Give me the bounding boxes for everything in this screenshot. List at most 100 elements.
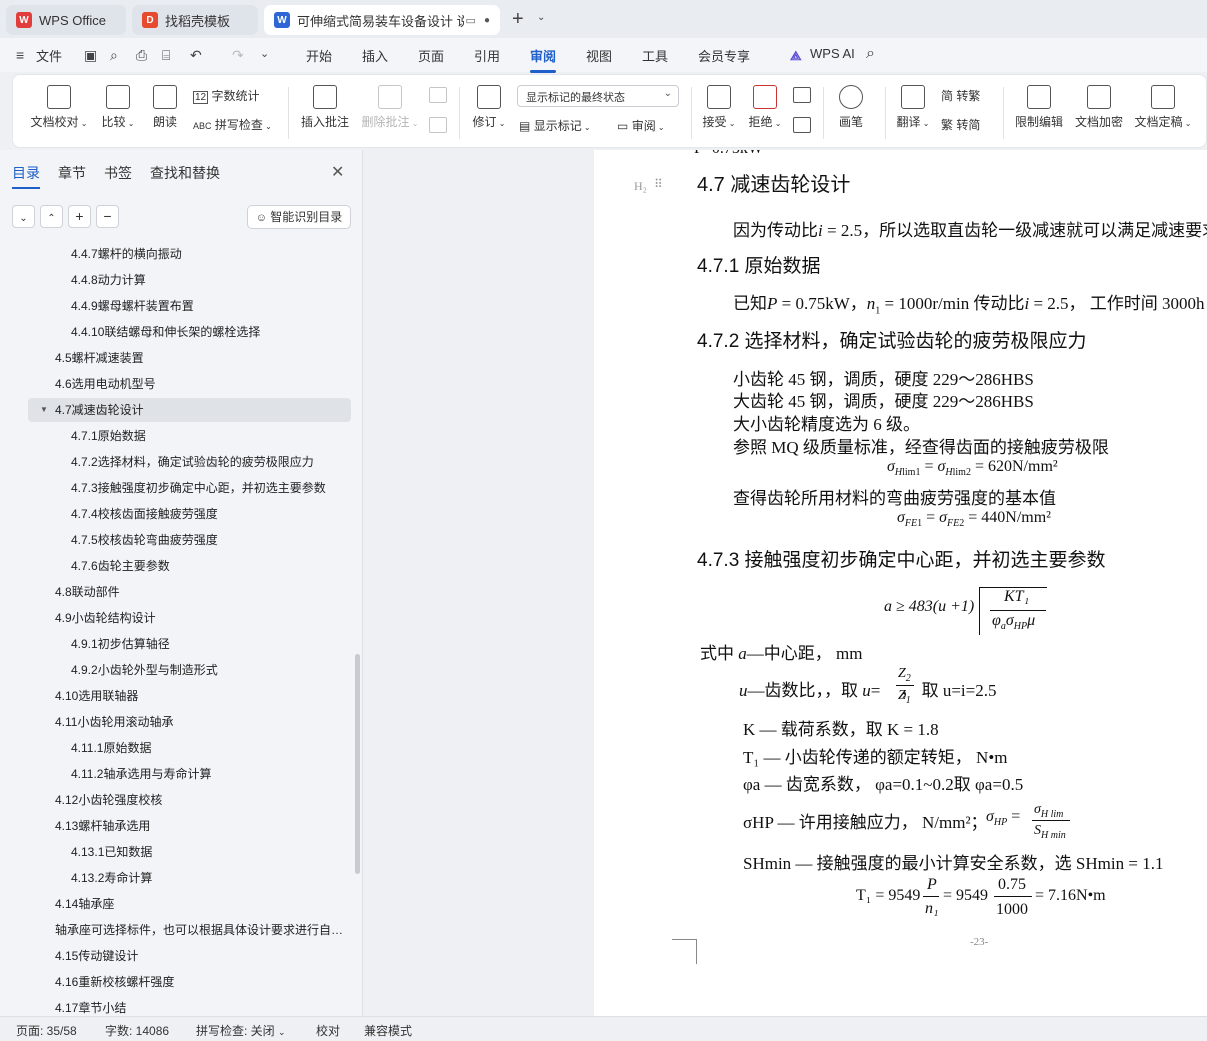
spell-check-indicator[interactable]: 拼写检查: 关闭 ⌄ (196, 1022, 286, 1039)
show-markup-button[interactable]: ▤ 显示标记 ⌄ (519, 117, 591, 134)
proofread-button[interactable]: 文档校对 ⌄ (29, 85, 89, 130)
insert-comment-button[interactable]: 插入批注 (299, 85, 351, 130)
toc-item[interactable]: 4.10选用联轴器 (55, 684, 345, 708)
toc-item[interactable]: 4.12小齿轮强度校核 (55, 788, 345, 812)
toc-item[interactable]: 4.4.9螺母螺杆装置布置 (71, 294, 345, 318)
finalize-button[interactable]: 文档定稿 ⌄ (1131, 85, 1195, 130)
toc-item[interactable]: 4.11.1原始数据 (71, 736, 345, 760)
translate-button[interactable]: 翻译 ⌄ (893, 85, 933, 130)
new-tab-icon[interactable]: + (512, 8, 524, 31)
toc-item[interactable]: 4.16重新校核螺杆强度 (55, 970, 345, 994)
menu-page[interactable]: 页面 (418, 46, 444, 65)
promote-button[interactable]: ⌃ (40, 205, 63, 228)
close-icon[interactable]: ✕ (331, 162, 344, 182)
toc-item[interactable]: 4.7.4校核齿面接触疲劳强度 (71, 502, 345, 526)
proof-indicator[interactable]: 校对 (316, 1022, 340, 1039)
sidebar-tab-bookmarks[interactable]: 书签 (104, 163, 132, 183)
print-icon[interactable]: ⎙ (136, 47, 147, 64)
to-traditional-button[interactable]: 简 转繁 (941, 87, 980, 104)
quick-access-more-icon[interactable]: ⌄ (260, 47, 269, 60)
word-count-indicator[interactable]: 字数: 14086 (105, 1022, 169, 1039)
reject-button[interactable]: 拒绝 ⌄ (745, 85, 785, 130)
read-aloud-button[interactable]: 朗读 (147, 85, 183, 130)
toc-item[interactable]: 4.7.6齿轮主要参数 (71, 554, 345, 578)
sidebar-tab-toc[interactable]: 目录 (12, 163, 40, 189)
toc-item[interactable]: 4.13.1已知数据 (71, 840, 345, 864)
sidebar-tab-chapters[interactable]: 章节 (58, 163, 86, 183)
toc-item[interactable]: 4.7.3接触强度初步确定中心距，并初选主要参数 (71, 476, 345, 500)
review-pane-button[interactable]: ▭ 审阅 ⌄ (617, 117, 665, 134)
toc-item[interactable]: 4.7.1原始数据 (71, 424, 345, 448)
page-indicator[interactable]: 页面: 35/58 (16, 1022, 77, 1039)
previous-comment-icon[interactable] (429, 87, 447, 103)
undo-icon[interactable]: ↶ (190, 47, 202, 64)
toc-item[interactable]: 4.9.1初步估算轴径 (71, 632, 345, 656)
toc-item[interactable]: 轴承座可选择标件，也可以根据具体设计要求进行自行设计 (55, 918, 345, 942)
tab-wps-office[interactable]: W WPS Office (6, 5, 126, 35)
next-change-icon[interactable] (793, 117, 811, 133)
toc-item[interactable]: ▼ 4.7减速齿轮设计 (28, 398, 351, 422)
tab-document[interactable]: W 可伸缩式简易装车设备设计 说 ▭ ● (264, 5, 500, 35)
encrypt-button[interactable]: 文档加密 (1071, 85, 1127, 130)
toc-item[interactable]: 4.4.10联结螺母和伸长架的螺栓选择 (71, 320, 345, 344)
save-icon[interactable]: ▣ (84, 47, 97, 64)
toc-item[interactable]: 4.11.2轴承选用与寿命计算 (71, 762, 345, 786)
toc-item[interactable]: 4.17章节小结 (55, 996, 345, 1016)
menu-start[interactable]: 开始 (306, 46, 332, 65)
toc-item[interactable]: ▼4.11小齿轮用滚动轴承 (55, 710, 345, 734)
document-canvas[interactable]: P=0.75kW H₂ ⠿ 4.7 减速齿轮设计 因为传动比i = 2.5，所以… (364, 150, 1207, 1016)
toc-item[interactable]: 4.14轴承座 (55, 892, 345, 916)
spell-check-button[interactable]: ABC 拼写检查 ⌄ (193, 116, 272, 133)
menu-reference[interactable]: 引用 (474, 46, 500, 65)
pen-button[interactable]: 画笔 (833, 85, 869, 130)
menu-member[interactable]: 会员专享 (698, 46, 750, 65)
track-changes-button[interactable]: 修订 ⌄ (469, 85, 509, 130)
menu-wps-ai[interactable]: WPS AI (810, 46, 855, 61)
toc-item[interactable]: 4.15传动键设计 (55, 944, 345, 968)
markup-display-select[interactable]: 显示标记的最终状态 ⌄ (517, 85, 679, 107)
unsaved-dot-icon[interactable]: ● (484, 15, 490, 26)
menu-file[interactable]: 文件 (36, 46, 62, 65)
toc-item[interactable]: 4.7.2选择材料，确定试验齿轮的疲劳极限应力 (71, 450, 345, 474)
toc-item[interactable]: 4.9.2小齿轮外型与制造形式 (71, 658, 345, 682)
toc-scrollbar[interactable] (355, 654, 360, 874)
smart-toc-button[interactable]: ☺ 智能识别目录 (247, 205, 351, 229)
to-simplified-button[interactable]: 繁 转简 (941, 116, 980, 133)
toc-item[interactable]: 4.7.5校核齿轮弯曲疲劳强度 (71, 528, 345, 552)
toc-item[interactable]: ▼4.9小齿轮结构设计 (55, 606, 345, 630)
expand-arrow-icon[interactable]: ▼ (40, 398, 48, 422)
word-count-button[interactable]: 12 字数统计 (193, 87, 259, 104)
document-page[interactable]: P=0.75kW H₂ ⠿ 4.7 减速齿轮设计 因为传动比i = 2.5，所以… (594, 150, 1207, 1016)
menu-tools[interactable]: 工具 (642, 46, 668, 65)
toc-item[interactable]: 4.13.2寿命计算 (71, 866, 345, 890)
remove-heading-button[interactable]: − (96, 205, 119, 228)
compare-button[interactable]: 比较 ⌄ (95, 85, 141, 130)
previous-change-icon[interactable] (793, 87, 811, 103)
toc-item[interactable]: ▼4.13螺杆轴承选用 (55, 814, 345, 838)
menu-review[interactable]: 审阅 (530, 46, 557, 73)
next-comment-icon[interactable] (429, 117, 447, 133)
drag-handle-icon[interactable]: ⠿ (654, 177, 663, 192)
delete-comment-button[interactable]: 删除批注 ⌄ (359, 85, 421, 130)
torque-numerator-value: 0.75 (998, 876, 1026, 893)
toc-item[interactable]: 4.6选用电动机型号 (55, 372, 345, 396)
restrict-edit-button[interactable]: 限制编辑 (1013, 85, 1065, 130)
chevron-down-icon[interactable]: ⌄ (537, 12, 545, 23)
print-preview-icon[interactable]: ⌸ (162, 47, 170, 64)
hamburger-icon[interactable]: ≡ (16, 47, 24, 63)
export-icon[interactable]: ⌕ (110, 47, 118, 64)
menu-view[interactable]: 视图 (586, 46, 612, 65)
toc-item[interactable]: 4.4.8动力计算 (71, 268, 345, 292)
menu-insert[interactable]: 插入 (362, 46, 388, 65)
add-heading-button[interactable]: + (68, 205, 91, 228)
search-icon[interactable]: ⌕ (866, 45, 875, 63)
toc-item[interactable]: 4.8联动部件 (55, 580, 345, 604)
sidebar-tab-find-replace[interactable]: 查找和替换 (150, 163, 220, 183)
collapse-all-button[interactable]: ⌄ (12, 205, 35, 228)
toc-item[interactable]: 4.4.7螺杆的横向振动 (71, 242, 345, 266)
toc-item[interactable]: 4.5螺杆减速装置 (55, 346, 345, 370)
tab-template[interactable]: D 找稻壳模板 (132, 5, 258, 35)
show-markup-icon: ▤ (519, 119, 531, 133)
redo-icon[interactable]: ↷ (232, 47, 244, 64)
accept-button[interactable]: 接受 ⌄ (699, 85, 739, 130)
